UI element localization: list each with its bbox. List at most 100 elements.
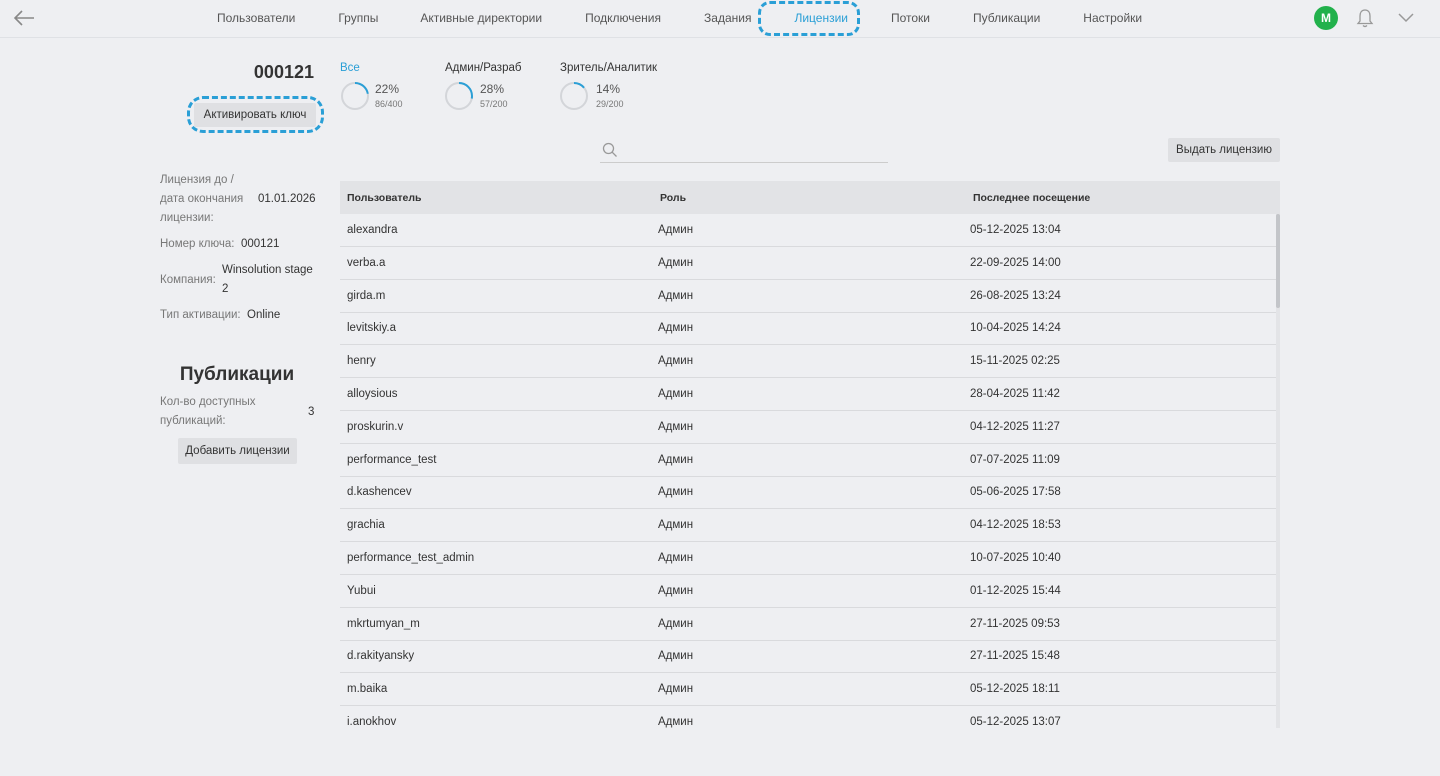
table-row[interactable]: d.rakityansky Админ 27-11-2025 15:48 xyxy=(340,640,1276,674)
stat-all-ring xyxy=(341,82,369,110)
cell-last-seen: 27-11-2025 15:48 xyxy=(970,650,1060,663)
avatar[interactable]: M xyxy=(1314,6,1338,30)
cell-user: alexandra xyxy=(347,224,398,236)
column-header-user[interactable]: Пользователь xyxy=(347,192,421,204)
table-row[interactable]: grachia Админ 04-12-2025 18:53 xyxy=(340,509,1276,543)
bell-icon[interactable] xyxy=(1356,8,1374,28)
cell-last-seen: 01-12-2025 15:44 xyxy=(970,584,1061,597)
table-row[interactable]: d.kashencev Админ 05-06-2025 17:58 xyxy=(340,476,1276,510)
license-key-number: 000121 xyxy=(253,62,314,82)
cell-role: Админ xyxy=(658,683,694,696)
cell-last-seen: 27-11-2025 09:53 xyxy=(970,617,1060,630)
stat-viewer-percent: 14% xyxy=(596,82,621,96)
table-row[interactable]: henry Админ 15-11-2025 02:25 xyxy=(340,345,1276,379)
stat-all-percent: 22% xyxy=(375,82,400,96)
cell-role: Админ xyxy=(658,617,694,630)
activate-key-highlight xyxy=(187,96,324,133)
table-row[interactable]: alloysious Админ 28-04-2025 11:42 xyxy=(340,378,1276,411)
table-row[interactable]: alexandra Админ 05-12-2025 13:04 xyxy=(340,214,1276,247)
cell-role: Админ xyxy=(658,650,694,663)
nav-item-users[interactable]: Пользователи xyxy=(217,11,295,25)
table-row[interactable]: girda.m Админ 26-08-2025 13:24 xyxy=(340,280,1276,313)
cell-role: Админ xyxy=(658,584,694,597)
cell-user: d.rakityansky xyxy=(347,650,415,663)
nav-item-settings[interactable]: Настройки xyxy=(1083,11,1142,25)
cell-user: m.baika xyxy=(347,683,388,696)
stat-admin-ring xyxy=(445,82,473,110)
cell-role: Админ xyxy=(658,552,694,564)
table-row[interactable]: Yubui Админ 01-12-2025 15:44 xyxy=(340,575,1276,608)
cell-last-seen: 05-06-2025 17:58 xyxy=(970,486,1061,499)
cell-role: Админ xyxy=(658,716,694,728)
cell-user: levitskiy.a xyxy=(347,322,396,335)
table-scroll-thumb[interactable] xyxy=(1276,214,1280,308)
table-scrollbar[interactable] xyxy=(1276,214,1280,728)
publications-title: Публикации xyxy=(179,364,295,385)
stat-admin-tab[interactable]: Админ/Разраб xyxy=(445,62,521,74)
cell-last-seen: 28-04-2025 11:42 xyxy=(970,388,1060,400)
expires-value: 01.01.2026 xyxy=(258,193,316,205)
key-number-label: Номер ключа: xyxy=(160,238,235,250)
nav-item-flows[interactable]: Потоки xyxy=(891,11,930,25)
main-nav: Пользователи Группы Активные директории … xyxy=(196,0,1142,36)
company-value-line2: 2 xyxy=(222,283,229,295)
expires-label-line3: лицензии: xyxy=(160,212,214,224)
search-bar xyxy=(600,139,888,163)
cell-user: performance_test xyxy=(347,453,437,466)
cell-last-seen: 26-08-2025 13:24 xyxy=(970,289,1061,302)
table-row[interactable]: performance_test Админ 07-07-2025 11:09 xyxy=(340,444,1276,477)
column-header-role[interactable]: Роль xyxy=(660,192,686,204)
table-row[interactable]: i.anokhov Админ 05-12-2025 13:07 xyxy=(340,706,1276,728)
issue-license-button[interactable]: Выдать лицензию xyxy=(1168,138,1280,162)
add-licenses-button[interactable]: Добавить лицензии xyxy=(178,438,297,464)
stat-admin-percent: 28% xyxy=(480,82,505,96)
expires-label-line1: Лицензия до / xyxy=(160,174,234,186)
cell-role: Админ xyxy=(658,486,694,499)
publications-count-label-line2: публикаций: xyxy=(160,415,226,427)
cell-role: Админ xyxy=(658,453,694,466)
cell-last-seen: 07-07-2025 11:09 xyxy=(970,453,1060,466)
cell-last-seen: 15-11-2025 02:25 xyxy=(970,355,1060,368)
table-row[interactable]: verba.a Админ 22-09-2025 14:00 xyxy=(340,247,1276,280)
cell-role: Админ xyxy=(658,519,694,532)
cell-role: Админ xyxy=(658,289,694,302)
cell-user: Yubui xyxy=(347,584,376,597)
stat-viewer-ratio: 29/200 xyxy=(596,99,624,109)
nav-item-active-directories[interactable]: Активные директории xyxy=(420,11,542,25)
column-header-last-seen[interactable]: Последнее посещение xyxy=(973,192,1090,204)
cell-last-seen: 04-12-2025 11:27 xyxy=(970,420,1060,433)
arrow-left-icon[interactable] xyxy=(12,8,36,28)
cell-user: d.kashencev xyxy=(347,486,412,499)
cell-last-seen: 05-12-2025 18:11 xyxy=(970,683,1060,696)
cell-last-seen: 04-12-2025 18:53 xyxy=(970,519,1061,532)
nav-item-tasks[interactable]: Задания xyxy=(704,11,751,25)
table-row[interactable]: m.baika Админ 05-12-2025 18:11 xyxy=(340,673,1276,707)
publications-count-label-line1: Кол-во доступных xyxy=(160,396,256,408)
table-row[interactable]: performance_test_admin Админ 10-07-2025 10… xyxy=(340,542,1276,575)
top-bar: Пользователи Группы Активные директории … xyxy=(0,0,1440,38)
licenses-tab-highlight xyxy=(758,1,860,36)
table-row[interactable]: levitskiy.a Админ 10-04-2025 14:24 xyxy=(340,312,1276,346)
key-number-value: 000121 xyxy=(241,238,280,250)
cell-user: proskurin.v xyxy=(347,420,404,433)
cell-last-seen: 05-12-2025 13:04 xyxy=(970,224,1061,236)
stat-viewer-ring xyxy=(560,82,588,110)
chevron-down-icon[interactable] xyxy=(1398,11,1414,23)
activation-type-label: Тип активации: xyxy=(160,309,241,321)
table-header: Пользователь Роль Последнее посещение xyxy=(340,181,1280,214)
nav-item-groups[interactable]: Группы xyxy=(338,11,378,25)
nav-item-publications[interactable]: Публикации xyxy=(973,11,1040,25)
publications-count-value: 3 xyxy=(308,406,315,418)
cell-role: Админ xyxy=(658,256,694,269)
stat-all-ratio: 86/400 xyxy=(375,99,403,109)
cell-user: mkrtumyan_m xyxy=(347,617,420,630)
search-input[interactable] xyxy=(624,139,886,161)
table-row[interactable]: mkrtumyan_m Админ 27-11-2025 09:53 xyxy=(340,608,1276,641)
cell-last-seen: 10-04-2025 14:24 xyxy=(970,322,1061,335)
company-value-line1: Winsolution stage xyxy=(222,264,313,276)
table-row[interactable]: proskurin.v Админ 04-12-2025 11:27 xyxy=(340,411,1276,444)
stat-viewer-tab[interactable]: Зритель/Аналитик xyxy=(560,62,657,74)
stat-all-tab[interactable]: Все xyxy=(340,62,360,74)
cell-user: verba.a xyxy=(347,256,386,269)
nav-item-connections[interactable]: Подключения xyxy=(585,11,661,25)
